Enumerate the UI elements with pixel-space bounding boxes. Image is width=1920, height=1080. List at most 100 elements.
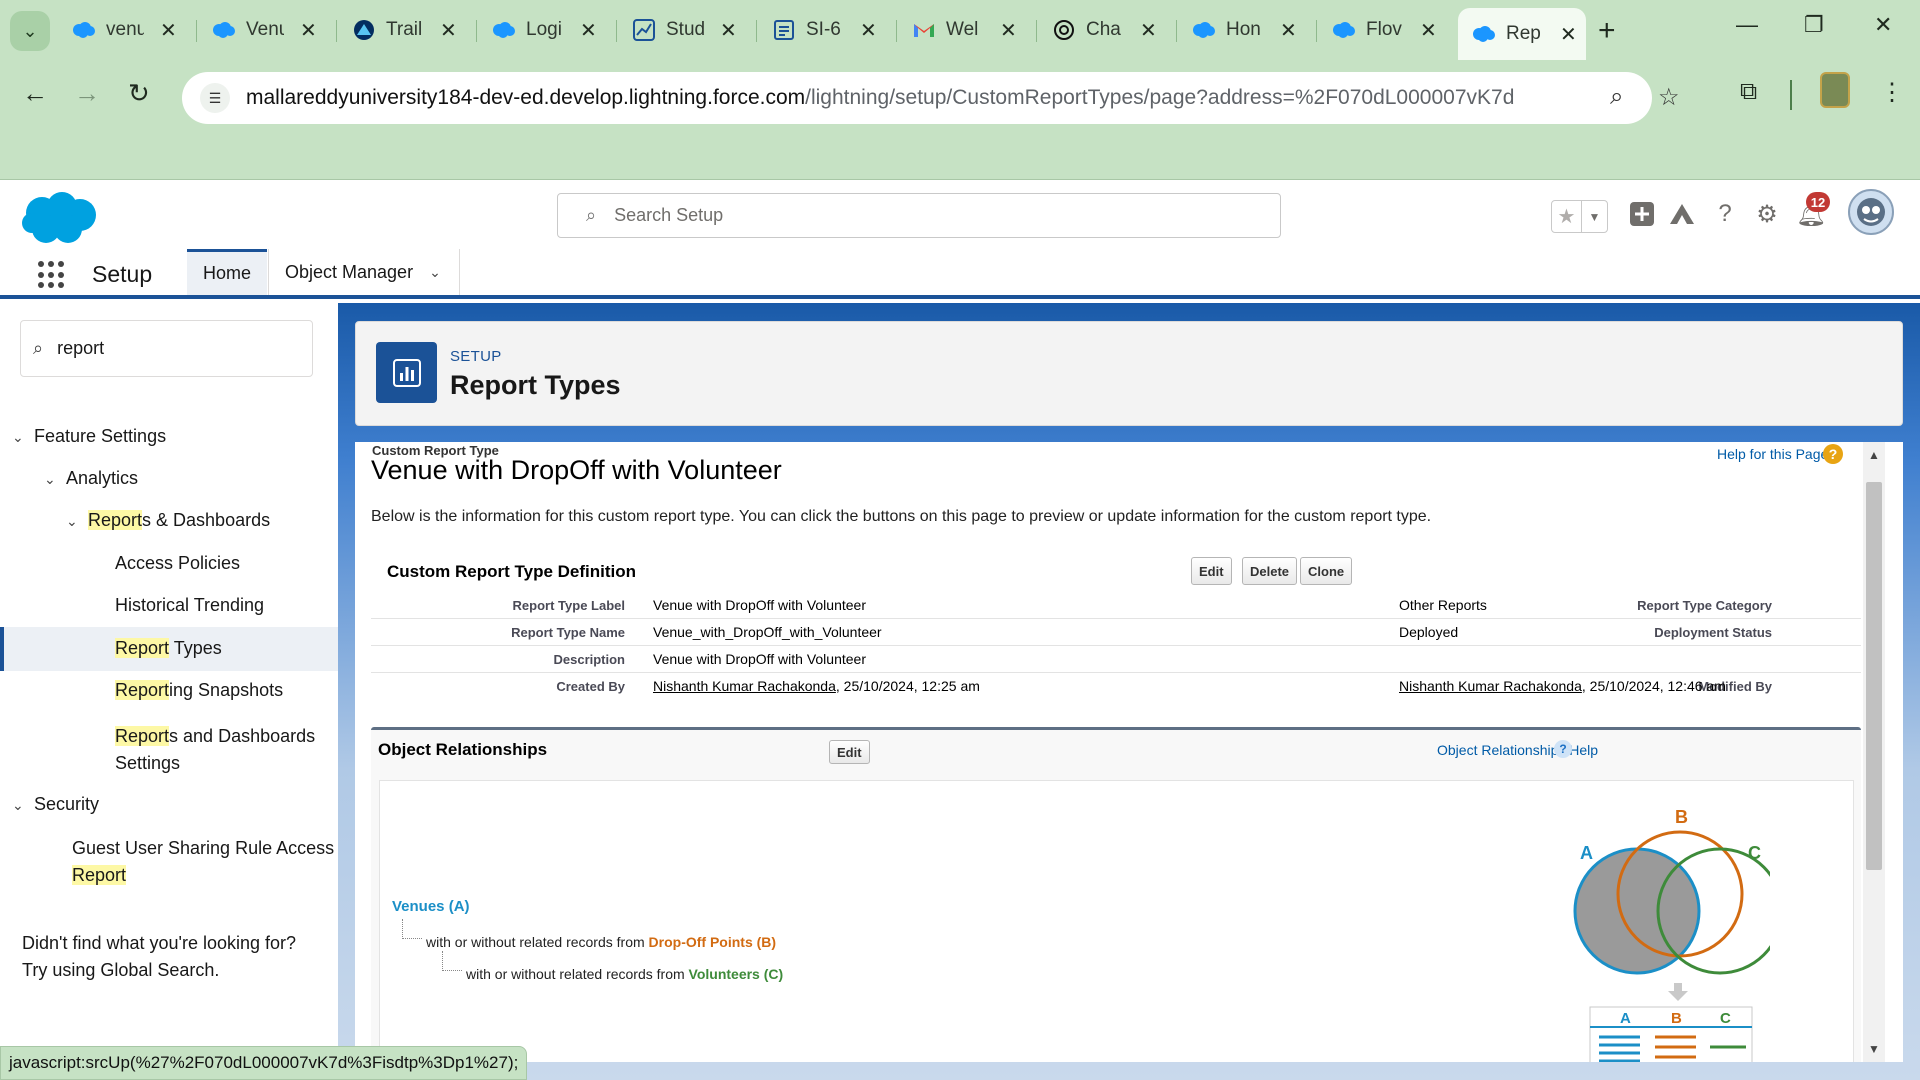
browser-tab[interactable]: Logi ✕	[478, 10, 604, 50]
browser-tab[interactable]: Flov ✕	[1318, 10, 1444, 50]
toolbar-divider	[1790, 80, 1792, 110]
chevron-down-icon[interactable]: ⌄	[429, 264, 441, 281]
browser-tab[interactable]: Venu ✕	[198, 10, 324, 50]
back-button[interactable]: ←	[22, 78, 48, 109]
result-col-b: B	[1671, 1010, 1682, 1027]
browser-tab[interactable]: Hon ✕	[1178, 10, 1304, 50]
modified-by-user-link[interactable]: Nishanth Kumar Rachakonda	[1399, 678, 1582, 694]
close-tab-icon[interactable]: ✕	[580, 18, 597, 43]
scroll-up-arrow-icon[interactable]: ▲	[1868, 448, 1880, 462]
tree-item-reporting-snapshots[interactable]: Reporting Snapshots	[115, 680, 283, 701]
tree-item-label: Feature Settings	[34, 426, 167, 446]
extensions-icon[interactable]: ⧉	[1740, 78, 1757, 106]
help-question-icon[interactable]: ?	[1823, 444, 1843, 464]
close-tab-icon[interactable]: ✕	[1420, 18, 1437, 43]
salesforce-logo[interactable]	[20, 191, 100, 252]
search-highlight: Report	[72, 865, 127, 885]
chevron-down-icon[interactable]: ⌄	[12, 797, 34, 814]
close-tab-icon[interactable]: ✕	[1560, 22, 1577, 47]
venn-label-c: C	[1748, 843, 1761, 863]
url-text[interactable]: mallareddyuniversity184-dev-ed.develop.l…	[246, 86, 1514, 110]
tree-item-reports-dashboards[interactable]: ⌄ Reports & Dashboards	[66, 510, 270, 531]
tree-item-security[interactable]: ⌄ Security	[12, 794, 99, 815]
global-search-hint[interactable]: Try using Global Search.	[22, 957, 296, 984]
global-actions-icon[interactable]	[1627, 199, 1657, 229]
tab-search-button[interactable]: ⌄	[10, 11, 50, 51]
search-placeholder: Search Setup	[614, 205, 724, 225]
tab-home[interactable]: Home	[187, 249, 267, 295]
close-tab-icon[interactable]: ✕	[440, 18, 457, 43]
user-avatar[interactable]	[1848, 189, 1894, 235]
favorite-star-icon[interactable]: ★	[1552, 201, 1582, 232]
tree-item-feature-settings[interactable]: ⌄ Feature Settings	[12, 426, 166, 447]
restore-button[interactable]: ❐	[1804, 12, 1824, 38]
tab-object-manager[interactable]: Object Manager ⌄	[268, 249, 460, 295]
tree-item-label: Guest User Sharing Rule Access	[72, 838, 335, 858]
favorites-caret-icon[interactable]: ▼	[1582, 201, 1607, 232]
help-question-icon[interactable]: ?	[1554, 740, 1572, 758]
minimize-button[interactable]: —	[1736, 12, 1758, 38]
close-window-button[interactable]: ✕	[1874, 12, 1892, 38]
close-tab-icon[interactable]: ✕	[160, 18, 177, 43]
tree-item-label: ing Snapshots	[169, 680, 284, 700]
setup-search-input[interactable]: ⌕ Search Setup	[557, 193, 1281, 238]
profile-avatar[interactable]	[1820, 72, 1850, 108]
close-tab-icon[interactable]: ✕	[300, 18, 317, 43]
browser-tab[interactable]: Wel ✕	[898, 10, 1024, 50]
tab-separator	[336, 20, 337, 42]
tree-item-historical-trending[interactable]: Historical Trending	[115, 595, 264, 616]
scroll-thumb[interactable]	[1866, 482, 1882, 870]
frame-scrollbar[interactable]: ▲ ▼	[1863, 442, 1885, 1062]
close-tab-icon[interactable]: ✕	[860, 18, 877, 43]
chevron-down-icon[interactable]: ⌄	[12, 429, 34, 446]
address-bar[interactable]: ☰ mallareddyuniversity184-dev-ed.develop…	[182, 72, 1680, 124]
search-highlight: Report	[115, 726, 170, 746]
favorites-button-group[interactable]: ★ ▼	[1551, 200, 1608, 233]
app-launcher-icon[interactable]	[38, 261, 66, 289]
setup-gear-icon[interactable]: ⚙	[1752, 199, 1782, 229]
browser-tab[interactable]: SI-6 ✕	[758, 10, 884, 50]
new-tab-button[interactable]: +	[1598, 14, 1616, 48]
reload-button[interactable]: ↻	[128, 78, 150, 109]
tab-separator	[756, 20, 757, 42]
close-tab-icon[interactable]: ✕	[1140, 18, 1157, 43]
browser-tab-title: Rep	[1506, 23, 1541, 44]
browser-tab-title: Stud	[666, 19, 704, 40]
browser-menu-icon[interactable]: ⋮	[1880, 78, 1904, 107]
close-tab-icon[interactable]: ✕	[1000, 18, 1017, 43]
zoom-icon[interactable]: ⌕	[1610, 83, 1623, 111]
help-for-page-link[interactable]: Help for this Page	[1717, 446, 1828, 462]
site-info-icon[interactable]: ☰	[200, 83, 230, 113]
help-icon[interactable]: ?	[1710, 199, 1740, 229]
clone-button[interactable]: Clone	[1300, 557, 1353, 585]
browser-tab[interactable]: Rep ✕	[1458, 8, 1586, 60]
relationships-help-link[interactable]: Object Relationships Help	[1437, 742, 1598, 758]
tree-item-label: Analytics	[66, 468, 139, 488]
tree-item-guest-user-sharing-report[interactable]: Guest User Sharing Rule Access Report	[72, 835, 334, 889]
tree-item-access-policies[interactable]: Access Policies	[115, 553, 240, 574]
tree-item-report-types[interactable]: Report Types	[115, 638, 222, 659]
tree-item-reports-dashboards-settings[interactable]: Reports and Dashboards Settings	[115, 723, 315, 777]
browser-tab[interactable]: Cha ✕	[1038, 10, 1164, 50]
browser-tab-title: Cha	[1086, 19, 1121, 40]
browser-tab[interactable]: venu ✕	[58, 10, 184, 50]
trailhead-guidance-icon[interactable]	[1667, 199, 1697, 229]
browser-tab[interactable]: Stud ✕	[618, 10, 744, 50]
tree-item-analytics[interactable]: ⌄ Analytics	[44, 468, 138, 489]
chevron-down-icon[interactable]: ⌄	[44, 471, 66, 488]
relationships-edit-button[interactable]: Edit	[829, 740, 870, 764]
bookmark-star-icon[interactable]: ☆	[1658, 83, 1680, 112]
close-tab-icon[interactable]: ✕	[720, 18, 737, 43]
delete-button[interactable]: Delete	[1242, 557, 1298, 585]
close-tab-icon[interactable]: ✕	[1280, 18, 1297, 43]
scroll-down-arrow-icon[interactable]: ▼	[1868, 1042, 1880, 1056]
created-by-user-link[interactable]: Nishanth Kumar Rachakonda	[653, 678, 836, 694]
forward-button[interactable]: →	[74, 78, 100, 109]
tree-item-label: Types	[169, 638, 222, 658]
browser-tab[interactable]: Trail ✕	[338, 10, 464, 50]
chevron-down-icon[interactable]: ⌄	[66, 513, 88, 530]
quick-find-input[interactable]: ⌕ report	[20, 320, 313, 377]
field-label: Description	[553, 652, 625, 667]
url-host: mallareddyuniversity184-dev-ed.develop.l…	[246, 86, 806, 109]
edit-button[interactable]: Edit	[1191, 557, 1232, 585]
